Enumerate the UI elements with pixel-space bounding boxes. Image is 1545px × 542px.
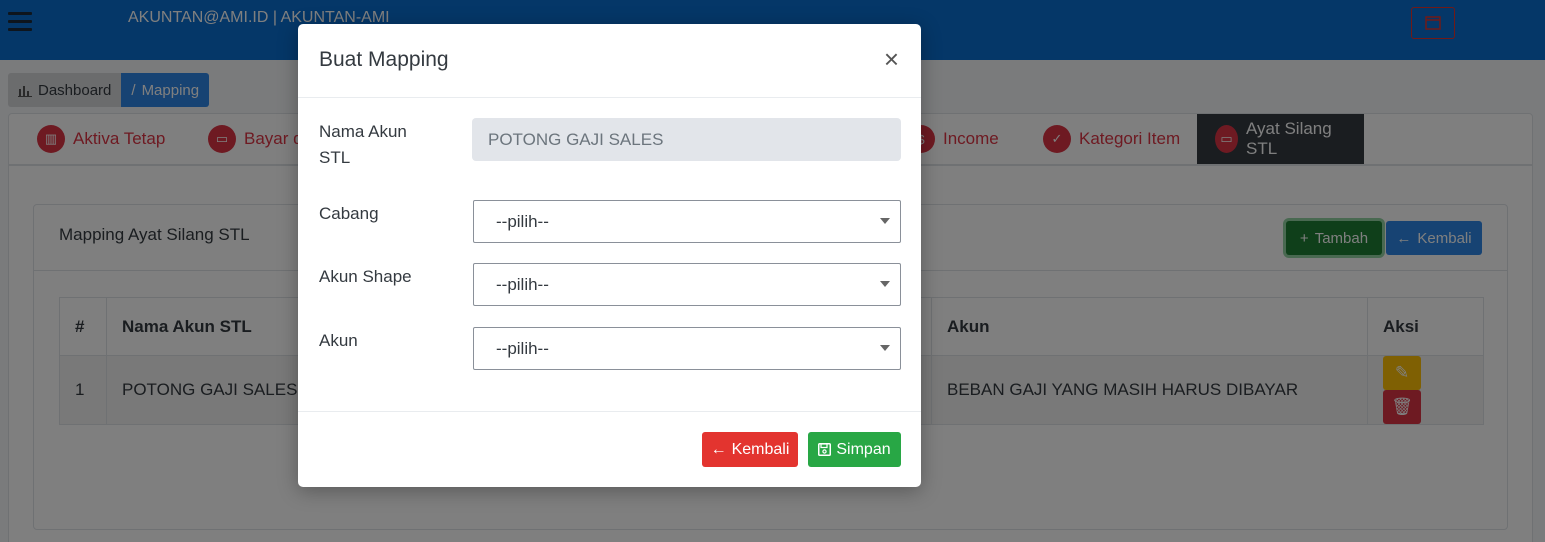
modal-back-label: Kembali bbox=[731, 440, 790, 458]
nama-akun-label-line1: Nama Akun bbox=[319, 122, 407, 141]
akun-select[interactable]: --pilih-- bbox=[473, 327, 901, 370]
cabang-select-value: --pilih-- bbox=[496, 211, 549, 231]
nama-akun-label: Nama Akun STL bbox=[319, 119, 407, 171]
close-icon[interactable]: × bbox=[884, 46, 899, 72]
caret-down-icon bbox=[880, 218, 890, 224]
nama-akun-label-line2: STL bbox=[319, 148, 351, 167]
save-label: Simpan bbox=[836, 440, 891, 458]
save-button[interactable]: Simpan bbox=[808, 432, 901, 467]
akun-shape-select[interactable]: --pilih-- bbox=[473, 263, 901, 306]
modal-footer: ← Kembali Simpan bbox=[298, 411, 921, 487]
modal-header: Buat Mapping × bbox=[298, 24, 921, 98]
akun-label: Akun bbox=[319, 331, 358, 350]
caret-down-icon bbox=[880, 345, 890, 351]
caret-down-icon bbox=[880, 281, 890, 287]
save-icon bbox=[818, 443, 832, 456]
akun-shape-select-value: --pilih-- bbox=[496, 274, 549, 294]
nama-akun-field: POTONG GAJI SALES bbox=[472, 118, 901, 161]
akun-select-value: --pilih-- bbox=[496, 338, 549, 358]
cabang-label: Cabang bbox=[319, 204, 379, 223]
akun-shape-label: Akun Shape bbox=[319, 267, 412, 286]
modal-title: Buat Mapping bbox=[319, 48, 449, 71]
arrow-left-icon: ← bbox=[710, 440, 727, 458]
modal-back-button[interactable]: ← Kembali bbox=[702, 432, 798, 467]
cabang-select[interactable]: --pilih-- bbox=[473, 200, 901, 243]
create-mapping-modal: Buat Mapping × Nama Akun STL POTONG GAJI… bbox=[298, 24, 921, 487]
